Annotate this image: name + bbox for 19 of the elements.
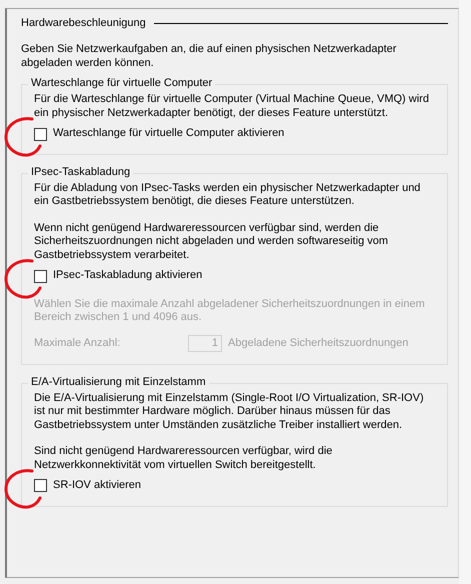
description-text: Sind nicht genügend Hardwareressourcen verfügbar, wird die Netzwerkkonnektivität vom virtuellen Switch bereitgestellt. [34, 445, 334, 472]
panel-title: Hardwarebeschleunigung [21, 17, 146, 30]
checkbox[interactable] [34, 270, 47, 283]
description-text: Die E/A-Virtualisierung mit Einzelstamm (Single-Root I/O Virtualization, SR-IOV) ist nur mit bestimmter Hardware möglich. Darüber hinaus müssen für das Gastbetriebssystem unter Umständen zusätzliche Treiber installiert werden. [34, 392, 425, 432]
group-title: IPsec-Taskabladung [28, 166, 134, 180]
unit-label: Abgeladene Sicherheitszuordnungen [228, 336, 408, 350]
description-text: Für die Warteschlange für virtuelle Computer (Virtual Machine Queue, VMQ) wird ein physischer Netzwerkadapter benötigt, der dieses Feature unterstützt. [34, 93, 430, 120]
checkbox-label[interactable]: IPsec-Taskabladung aktivieren [53, 269, 202, 283]
checkbox[interactable] [34, 128, 47, 141]
limit-text: Wählen Sie die maximale Anzahl abgeladener Sicherheitszuordnungen in einem Bereich zwischen 1 und 4096 aus. [34, 298, 426, 325]
checkbox-label[interactable]: Warteschlange für virtuelle Computer aktivieren [53, 127, 284, 141]
description-text: Für die Abladung von IPsec-Tasks werden ein physischer Netzwerkadapter und ein Gastbetriebssystem benötigt, die dieses Feature unterstützen. [34, 182, 422, 209]
checkbox-label[interactable]: SR-IOV aktivieren [53, 479, 142, 493]
group-title: E/A-Virtualisierung mit Einzelstamm [28, 376, 209, 390]
group-title: Warteschlange für virtuelle Computer [28, 77, 216, 91]
limit-label: Maximale Anzahl: [34, 336, 122, 350]
description-text: Wenn nicht genügend Hardwareressourcen verfügbar sind, werden die Sicherheitszuordnungen nicht abgeladen und werden softwareseitig vom Gastbetriebssystem verarbeitet. [34, 222, 390, 262]
checkbox[interactable] [34, 479, 47, 492]
intro-text: Geben Sie Netzwerkaufgaben an, die auf einen physischen Netzwerkadapter abgeladen werden können. [21, 43, 398, 70]
